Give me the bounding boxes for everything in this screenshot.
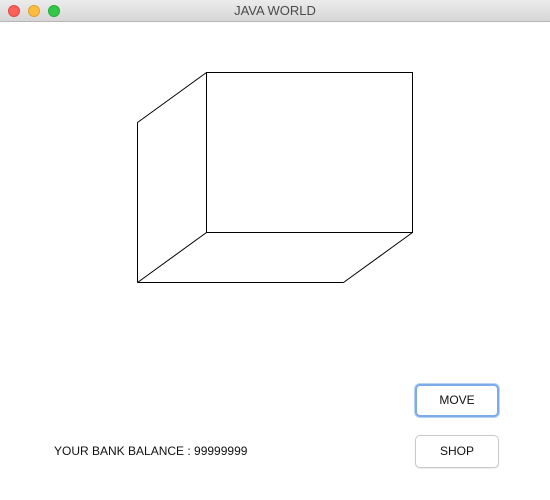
window-title: JAVA WORLD — [234, 3, 316, 18]
bank-balance-label: YOUR BANK BALANCE : 99999999 — [54, 444, 248, 458]
box-bottom-right-edge — [343, 232, 413, 283]
box-bottom-left-edge — [137, 232, 207, 283]
move-button[interactable]: MOVE — [415, 384, 499, 417]
box-top-left-edge — [137, 72, 207, 123]
title-bar[interactable]: JAVA WORLD — [0, 0, 550, 22]
box-back-face — [206, 72, 413, 233]
drawing-canvas — [0, 22, 550, 500]
wireframe-box-drawing — [137, 72, 413, 283]
app-window: JAVA WORLD MOVE SHOP YOUR BANK BALANCE :… — [0, 0, 550, 500]
shop-button[interactable]: SHOP — [415, 435, 499, 468]
